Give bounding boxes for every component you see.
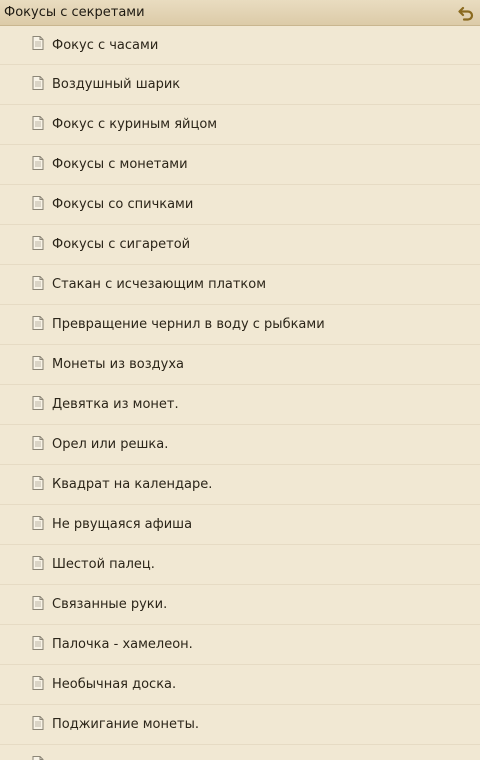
- back-arrow-icon: [458, 6, 474, 21]
- document-icon: [32, 595, 44, 610]
- list-item-label: Поджигание монеты.: [52, 717, 199, 732]
- document-icon: [32, 715, 44, 730]
- document-icon: [32, 555, 44, 570]
- document-icon: [32, 475, 44, 490]
- document-icon: [32, 115, 44, 130]
- list-item[interactable]: [0, 745, 480, 760]
- list-item[interactable]: Палочка - хамелеон.: [0, 625, 480, 665]
- trick-list: Фокус с часами Воздушный шарик Фокус с к…: [0, 26, 480, 760]
- page-title: Фокусы с секретами: [4, 5, 145, 20]
- list-item-label: Монеты из воздуха: [52, 357, 184, 372]
- document-icon: [32, 355, 44, 370]
- document-icon: [32, 75, 44, 90]
- list-item-label: Фокус с часами: [52, 37, 159, 53]
- list-item[interactable]: Фокус с куриным яйцом: [0, 105, 480, 145]
- list-item-label: Воздушный шарик: [52, 77, 181, 92]
- list-item[interactable]: Фокусы с монетами: [0, 145, 480, 185]
- list-item-label: Орел или решка.: [52, 437, 169, 452]
- document-icon: [32, 635, 44, 650]
- list-item[interactable]: Девятка из монет.: [0, 385, 480, 425]
- list-item-label: Связанные руки.: [52, 597, 168, 612]
- list-item[interactable]: Необычная доска.: [0, 665, 480, 705]
- list-item[interactable]: Квадрат на календаре.: [0, 465, 480, 505]
- list-item-label: Не рвущаяся афиша: [52, 517, 193, 532]
- list-item-label: Шестой палец.: [52, 557, 155, 572]
- document-icon: [32, 275, 44, 290]
- list-item-label: Стакан с исчезающим платком: [52, 277, 267, 292]
- list-item[interactable]: Поджигание монеты.: [0, 705, 480, 745]
- document-icon: [32, 195, 44, 210]
- document-icon: [32, 675, 44, 690]
- document-icon: [32, 36, 44, 50]
- list-item-label: Превращение чернил в воду с рыбками: [52, 317, 325, 332]
- list-item[interactable]: Стакан с исчезающим платком: [0, 265, 480, 305]
- list-item[interactable]: Фокусы со спичками: [0, 185, 480, 225]
- document-icon: [32, 755, 44, 760]
- list-item-label: Фокусы с сигаретой: [52, 237, 191, 252]
- list-item[interactable]: Превращение чернил в воду с рыбками: [0, 305, 480, 345]
- list-item[interactable]: Фокусы с сигаретой: [0, 225, 480, 265]
- title-bar: Фокусы с секретами: [0, 0, 480, 26]
- list-item-label: Палочка - хамелеон.: [52, 637, 193, 652]
- document-icon: [32, 435, 44, 450]
- list-item-label: Фокусы со спичками: [52, 197, 194, 212]
- list-item-label: Фокусы с монетами: [52, 157, 188, 172]
- document-icon: [32, 395, 44, 410]
- document-icon: [32, 315, 44, 330]
- document-icon: [32, 155, 44, 170]
- list-item[interactable]: Шестой палец.: [0, 545, 480, 585]
- list-item-label: Фокус с куриным яйцом: [52, 117, 218, 132]
- list-item[interactable]: Воздушный шарик: [0, 65, 480, 105]
- list-item[interactable]: Связанные руки.: [0, 585, 480, 625]
- list-item[interactable]: Фокус с часами: [0, 26, 480, 65]
- back-button[interactable]: [456, 3, 476, 23]
- document-icon: [32, 515, 44, 530]
- list-item-label: Квадрат на календаре.: [52, 477, 213, 492]
- document-icon: [32, 235, 44, 250]
- list-item-label: Девятка из монет.: [52, 397, 179, 412]
- app-window: Фокусы с секретами Фокус с часами Воздуш…: [0, 0, 480, 760]
- list-item[interactable]: Орел или решка.: [0, 425, 480, 465]
- list-item-label: Необычная доска.: [52, 677, 177, 692]
- list-item[interactable]: Монеты из воздуха: [0, 345, 480, 385]
- list-item[interactable]: Не рвущаяся афиша: [0, 505, 480, 545]
